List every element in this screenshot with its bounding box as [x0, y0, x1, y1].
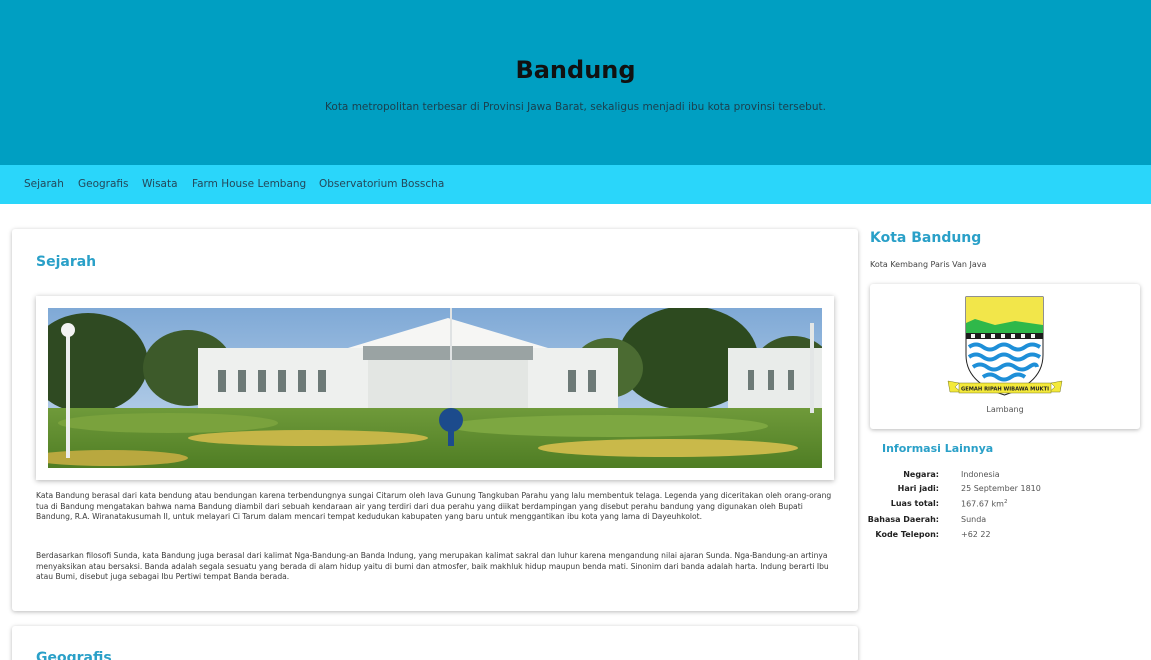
logo-caption: Lambang — [986, 405, 1024, 414]
info-value: 167.67 km2 — [961, 499, 1007, 509]
main-nav: Sejarah Geografis Wisata Farm House Lemb… — [0, 165, 1151, 204]
info-key: Kode Telepon: — [875, 530, 939, 539]
sejarah-paragraph-1: Kata Bandung berasal dari kata bendung a… — [36, 491, 832, 522]
gedung-sate-photo-frame — [36, 296, 834, 480]
geografis-card: Geografis — [12, 626, 858, 660]
sejarah-title: Sejarah — [36, 254, 97, 270]
logo-motto: GEMAH RIPAH WIBAWA MUKTI — [961, 387, 1049, 393]
nav-item-geografis[interactable]: Geografis — [78, 178, 129, 190]
nav-item-wisata[interactable]: Wisata — [142, 178, 178, 190]
info-row-negara: Negara: Indonesia — [880, 470, 1140, 484]
sidebar-subtitle: Kota Kembang Paris Van Java — [870, 260, 987, 269]
logo-card: GEMAH RIPAH WIBAWA MUKTI Lambang — [870, 284, 1140, 429]
info-key: Bahasa Daerah: — [867, 515, 939, 524]
nav-item-observatorium-bosscha[interactable]: Observatorium Bosscha — [319, 178, 444, 190]
info-value: Indonesia — [961, 470, 1000, 479]
sejarah-paragraph-2: Berdasarkan filosofi Sunda, kata Bandung… — [36, 551, 829, 582]
nav-item-sejarah[interactable]: Sejarah — [24, 178, 64, 190]
page-title: Bandung — [515, 56, 636, 84]
sejarah-card: Sejarah Kata Bandung berasal dari kata b… — [12, 229, 858, 611]
info-value: Sunda — [961, 515, 987, 524]
info-value: 25 September 1810 — [961, 484, 1041, 493]
info-row-kode-telepon: Kode Telepon: +62 22 — [875, 530, 1140, 544]
info-row-hari-jadi: Hari jadi: 25 September 1810 — [880, 484, 1140, 498]
info-key: Luas total: — [890, 499, 939, 508]
info-row-luas-total: Luas total: 167.67 km2 — [880, 499, 1140, 513]
info-key: Negara: — [903, 470, 939, 479]
sidebar-title: Kota Bandung — [870, 230, 982, 246]
info-value-superscript: 2 — [1003, 499, 1008, 505]
page-header: Bandung Kota metropolitan terbesar di Pr… — [0, 0, 1151, 165]
info-title: Informasi Lainnya — [882, 442, 994, 455]
bandung-coat-of-arms: GEMAH RIPAH WIBAWA MUKTI — [947, 296, 1063, 396]
nav-item-farm-house-lembang[interactable]: Farm House Lembang — [192, 178, 306, 190]
info-value: +62 22 — [961, 530, 991, 539]
info-key: Hari jadi: — [897, 484, 939, 493]
info-row-bahasa-daerah: Bahasa Daerah: Sunda — [868, 515, 1140, 529]
page-subtitle: Kota metropolitan terbesar di Provinsi J… — [325, 101, 826, 113]
info-value-text: 167.67 km — [961, 499, 1004, 509]
geografis-title: Geografis — [36, 650, 112, 660]
gedung-sate-photo — [48, 308, 822, 468]
